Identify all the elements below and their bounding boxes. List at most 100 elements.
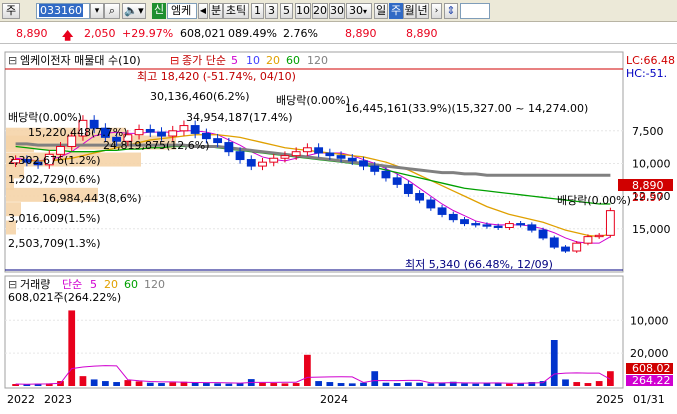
interval-30-button[interactable]: 30 [329,3,345,19]
ma20-label: 20 [266,54,280,67]
volume-bar [158,383,165,386]
candle-body [145,128,155,133]
y-tick-label: 7,500 [632,125,664,138]
volume-bar [281,383,289,386]
candle-body [302,147,312,153]
volume-bar [191,382,199,386]
stock-code-input[interactable]: 033160 [36,3,90,19]
volume-bar [102,381,109,386]
week-button[interactable]: 주 [389,3,403,19]
candle-body [415,193,425,201]
candle-body [190,125,200,134]
interval-1-button[interactable]: 1 [251,3,264,19]
next-arrow-icon[interactable]: › [431,3,442,19]
up-arrow-icon: 🡅 [62,29,74,42]
ma5-label: 5 [231,54,238,67]
volume-y-tick-label: 10,000 [630,314,669,327]
svg-text:⊟: ⊟ [8,278,17,291]
tick-button[interactable]: 초틱 [223,3,249,19]
market-select[interactable]: 주 [2,3,20,19]
svg-text:⊟: ⊟ [170,54,179,67]
year-button[interactable]: 년 [416,3,429,19]
minute-button[interactable]: 분 [209,3,223,19]
day-button[interactable]: 일 [374,3,388,19]
vol-ma120-label: 120 [144,278,165,291]
price-panel-title: 엠케이전자 매물대 수(10) [20,54,141,67]
volume-bar [506,383,513,386]
chevron-down-icon: ▾ [363,7,368,16]
candle-body [157,131,166,137]
quote-last: 8,890 [406,27,438,40]
prev-arrow-icon[interactable]: ◀ [198,3,208,19]
lc-label: LC:66.48 [626,54,675,67]
speaker-icon[interactable]: 🔈▾ [122,3,146,19]
volume-bar [573,382,581,386]
candle-body [347,157,357,162]
volume-bar [146,382,154,386]
volume-bar [550,340,558,386]
hc-label: HC:-51. [626,67,667,80]
vol-ma60-label: 60 [124,278,138,291]
candle-body [605,210,615,236]
profile-label: 2,503,709(1.3%) [8,237,101,250]
candle-body [179,125,189,132]
volume-bar [438,383,446,386]
vol-ma20-label: 20 [104,278,118,291]
volume-bar [539,381,547,386]
ma-label: 종가 단순 [182,54,226,67]
interval-5-button[interactable]: 5 [280,3,293,19]
candle-body [235,151,245,161]
profile-label: 24,819,875(12,6%) [103,139,210,152]
candle-body [359,160,368,167]
interval-10-button[interactable]: 10 [295,3,311,19]
interval-dropdown[interactable]: 30▾ [346,3,372,19]
quote-turnover: 2.76% [283,27,318,40]
interval-20-button[interactable]: 20 [312,3,328,19]
x-label-2022: 2022 [7,393,35,406]
extra-input[interactable] [460,3,490,19]
profile-label: 16,984,443(8,6%) [42,192,142,205]
ma120-label: 120 [307,54,328,67]
profile-label: 30,136,460(6.2%) [150,90,250,103]
candle-body [437,207,447,215]
volume-bar [304,354,311,386]
interval-current-value: 30 [349,4,363,17]
volume-bar [292,383,300,386]
volume-bar [371,371,379,386]
candle-body [336,155,346,159]
volume-panel-title: 거래량 [20,278,50,291]
candle-body [280,155,290,159]
vol-ma5-label: 5 [90,278,97,291]
chart-area[interactable]: ⊟ 엠케이전자 매물대 수(10) ⊟ 종가 단순 5 10 20 60 120… [0,46,677,411]
candle-body [201,132,211,140]
month-button[interactable]: 월 [403,3,416,19]
candle-body [224,142,234,153]
candle-body [538,229,548,239]
candle-body [392,177,402,185]
stock-code-value: 033160 [39,4,83,17]
annotation-div1: 배당락(0.00%) [276,94,350,107]
stock-name-field[interactable]: 엠케 [167,3,197,19]
search-icon[interactable]: ▾ [90,3,104,19]
candle-body [448,213,458,221]
volume-bar [214,383,221,386]
interval-3-button[interactable]: 3 [265,3,278,19]
candle-body [325,152,335,157]
magnifier-icon[interactable]: ⌕ [104,3,120,19]
profile-label: 15,220,448(7.7%) [28,126,128,139]
updown-arrow-icon[interactable]: ⇕ [444,3,458,19]
volume-bar [270,383,278,386]
stock-chart-svg[interactable]: ⊟ 엠케이전자 매물대 수(10) ⊟ 종가 단순 5 10 20 60 120… [0,46,677,411]
quote-change: 2,050 [84,27,116,40]
quote-high: 8,890 [345,27,377,40]
quote-change-pct: +29.97% [122,27,174,40]
volume-bar [259,382,266,386]
volume-bar [461,383,468,386]
annotation-high: 최고 18,420 (-51.74%, 04/10) [137,70,296,83]
candle-body [269,157,279,163]
candle-body [381,170,391,179]
ratio-badge-text: 264.22 [632,374,671,387]
toolbar: 주 033160 ▾ ⌕ 🔈▾ 신 엠케 ◀ 분 초틱 1 3 5 10 20 … [0,0,677,22]
volume-bar [348,383,356,386]
candle-body [460,219,469,225]
